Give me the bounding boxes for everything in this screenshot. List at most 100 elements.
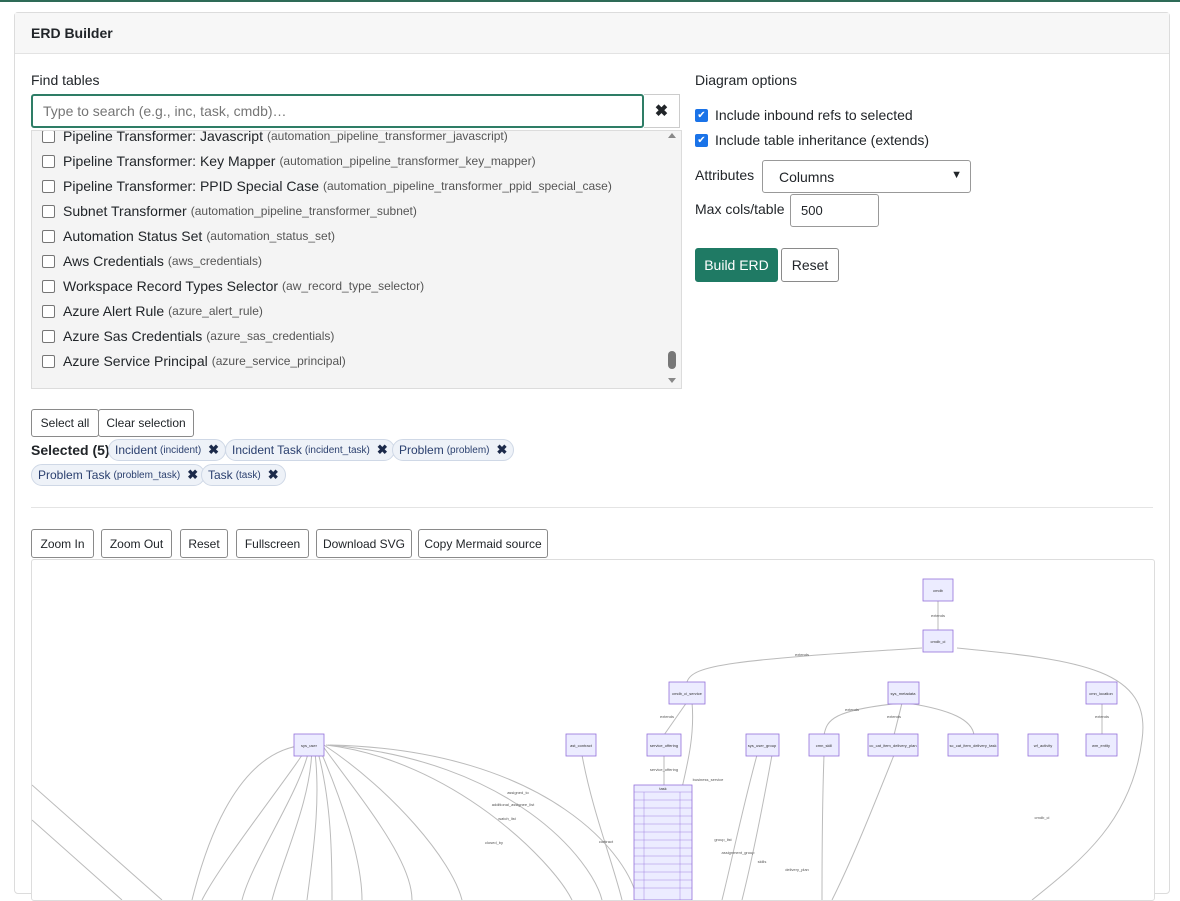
- erd-edge-label: additional_assignee_list: [492, 802, 535, 807]
- inbound-refs-label: Include inbound refs to selected: [715, 107, 913, 123]
- table-results-list[interactable]: Pipeline Transformer: Javascript (automat…: [31, 130, 682, 389]
- erd-node-label: wf_activity: [1034, 743, 1052, 748]
- erd-edge-label: service_offering: [650, 767, 678, 772]
- checkbox[interactable]: [42, 279, 55, 293]
- inheritance-checkbox[interactable]: ✔: [695, 133, 708, 147]
- max-cols-label: Max cols/table: [695, 201, 785, 217]
- item-table-name: (azure_sas_credentials): [206, 329, 335, 343]
- item-label: Pipeline Transformer: PPID Special Case: [63, 178, 319, 194]
- item-label: Workspace Record Types Selector: [63, 278, 279, 294]
- erd-node-label: sys_metadata: [891, 691, 917, 696]
- erd-edge-label: skills: [758, 859, 767, 864]
- erd-edge-label: group_list: [714, 837, 732, 842]
- reset-zoom-button[interactable]: Reset: [180, 529, 228, 558]
- attributes-select[interactable]: Columns ▼: [762, 160, 971, 193]
- selected-chip: Problem Task (problem_task) ✖: [31, 464, 206, 486]
- item-table-name: (aws_credentials): [167, 254, 262, 268]
- scroll-up-icon[interactable]: [668, 133, 676, 138]
- build-erd-button[interactable]: Build ERD: [695, 248, 778, 282]
- remove-chip-icon[interactable]: ✖: [268, 467, 279, 483]
- copy-mermaid-button[interactable]: Copy Mermaid source: [418, 529, 548, 558]
- selected-chip: Task (task) ✖: [201, 464, 286, 486]
- erd-diagram[interactable]: cmdb cmdb_ci cmdb_ci_service sys_metadat…: [31, 559, 1155, 901]
- checkbox[interactable]: [42, 329, 55, 343]
- chip-table: (incident): [160, 444, 202, 456]
- item-table-name: (aw_record_type_selector): [282, 279, 425, 293]
- reset-options-button[interactable]: Reset: [781, 248, 839, 282]
- erd-node-task: [633, 784, 693, 900]
- erd-node-label: cmn_skill: [816, 743, 833, 748]
- inheritance-option[interactable]: ✔ Include table inheritance (extends): [695, 132, 929, 148]
- fullscreen-button[interactable]: Fullscreen: [236, 529, 309, 558]
- erd-node-label: wm_entity: [1092, 743, 1110, 748]
- chip-name: Problem Task: [38, 468, 111, 482]
- select-all-button[interactable]: Select all: [31, 409, 99, 437]
- erd-edge-label: extends: [795, 652, 809, 657]
- item-table-name: (automation_pipeline_transformer_key_map…: [279, 154, 536, 168]
- item-label: Azure Alert Rule: [63, 303, 165, 319]
- erd-edge-label: closed_by: [485, 840, 503, 845]
- remove-chip-icon[interactable]: ✖: [377, 442, 388, 458]
- clear-selection-button[interactable]: Clear selection: [98, 409, 194, 437]
- card-title: ERD Builder: [15, 13, 1169, 54]
- erd-edge-label: business_service: [693, 777, 724, 782]
- remove-chip-icon[interactable]: ✖: [208, 442, 219, 458]
- list-item[interactable]: Azure Sas Credentials (azure_sas_credenti…: [42, 325, 334, 347]
- item-table-name: (automation_pipeline_transformer_javascr…: [266, 130, 508, 143]
- checkbox[interactable]: [42, 179, 55, 193]
- inbound-refs-option[interactable]: ✔ Include inbound refs to selected: [695, 107, 913, 123]
- chip-table: (task): [235, 469, 261, 481]
- list-item[interactable]: Pipeline Transformer: Javascript (automat…: [42, 130, 508, 147]
- erd-edge-label: delivery_plan: [785, 867, 809, 872]
- inbound-refs-checkbox[interactable]: ✔: [695, 108, 708, 122]
- list-item[interactable]: Subnet Transformer (automation_pipeline_t…: [42, 200, 417, 222]
- item-table-name: (azure_alert_rule): [168, 304, 263, 318]
- search-input[interactable]: [31, 94, 644, 128]
- diagram-options-title: Diagram options: [695, 72, 797, 88]
- clear-search-button[interactable]: ✖: [644, 94, 680, 128]
- item-label: Pipeline Transformer: Javascript: [63, 130, 263, 144]
- download-svg-button[interactable]: Download SVG: [316, 529, 412, 558]
- scroll-down-icon[interactable]: [668, 378, 676, 383]
- erd-node-label: cc_cat_item_delivery_plan: [869, 743, 916, 748]
- checkbox[interactable]: [42, 204, 55, 218]
- scroll-thumb[interactable]: [668, 351, 676, 369]
- max-cols-input[interactable]: 500: [790, 194, 879, 227]
- list-item[interactable]: Azure Service Principal (azure_service_pr…: [42, 350, 346, 372]
- list-item[interactable]: Pipeline Transformer: PPID Special Case (…: [42, 175, 612, 197]
- checkbox[interactable]: [42, 154, 55, 168]
- checkbox[interactable]: [42, 304, 55, 318]
- item-table-name: (automation_pipeline_transformer_subnet): [190, 204, 417, 218]
- chip-name: Incident Task: [232, 443, 302, 457]
- list-item[interactable]: Aws Credentials (aws_credentials): [42, 250, 262, 272]
- chip-name: Incident: [115, 443, 158, 457]
- item-label: Pipeline Transformer: Key Mapper: [63, 153, 276, 169]
- list-scrollbar[interactable]: [667, 133, 679, 383]
- zoom-out-button[interactable]: Zoom Out: [101, 529, 172, 558]
- chevron-down-icon: ▼: [951, 169, 962, 181]
- checkbox[interactable]: [42, 254, 55, 268]
- erd-edge-label: extends: [1095, 714, 1109, 719]
- chip-name: Problem: [399, 443, 444, 457]
- erd-node-label: sys_user_group: [748, 743, 777, 748]
- remove-chip-icon[interactable]: ✖: [187, 467, 198, 483]
- chip-table: (problem): [446, 444, 490, 456]
- zoom-in-button[interactable]: Zoom In: [31, 529, 94, 558]
- search-wrap: ✖: [31, 94, 680, 128]
- section-divider: [31, 507, 1153, 508]
- list-item[interactable]: Workspace Record Types Selector (aw_recor…: [42, 275, 424, 297]
- selected-count: Selected (5): [31, 442, 110, 458]
- erd-node-label: cmdb_ci_service: [672, 691, 703, 696]
- top-accent-line: [0, 0, 1180, 2]
- erd-node-label: service_offering: [650, 743, 678, 748]
- list-item[interactable]: Automation Status Set (automation_status_…: [42, 225, 335, 247]
- checkbox[interactable]: [42, 354, 55, 368]
- erd-edge-label: extends: [845, 707, 859, 712]
- list-item[interactable]: Azure Alert Rule (azure_alert_rule): [42, 300, 263, 322]
- max-cols-value: 500: [801, 203, 823, 218]
- list-item[interactable]: Pipeline Transformer: Key Mapper (automat…: [42, 150, 536, 172]
- remove-chip-icon[interactable]: ✖: [496, 442, 507, 458]
- erd-edge-label: extends: [931, 613, 945, 618]
- checkbox[interactable]: [42, 229, 55, 243]
- checkbox[interactable]: [42, 131, 55, 143]
